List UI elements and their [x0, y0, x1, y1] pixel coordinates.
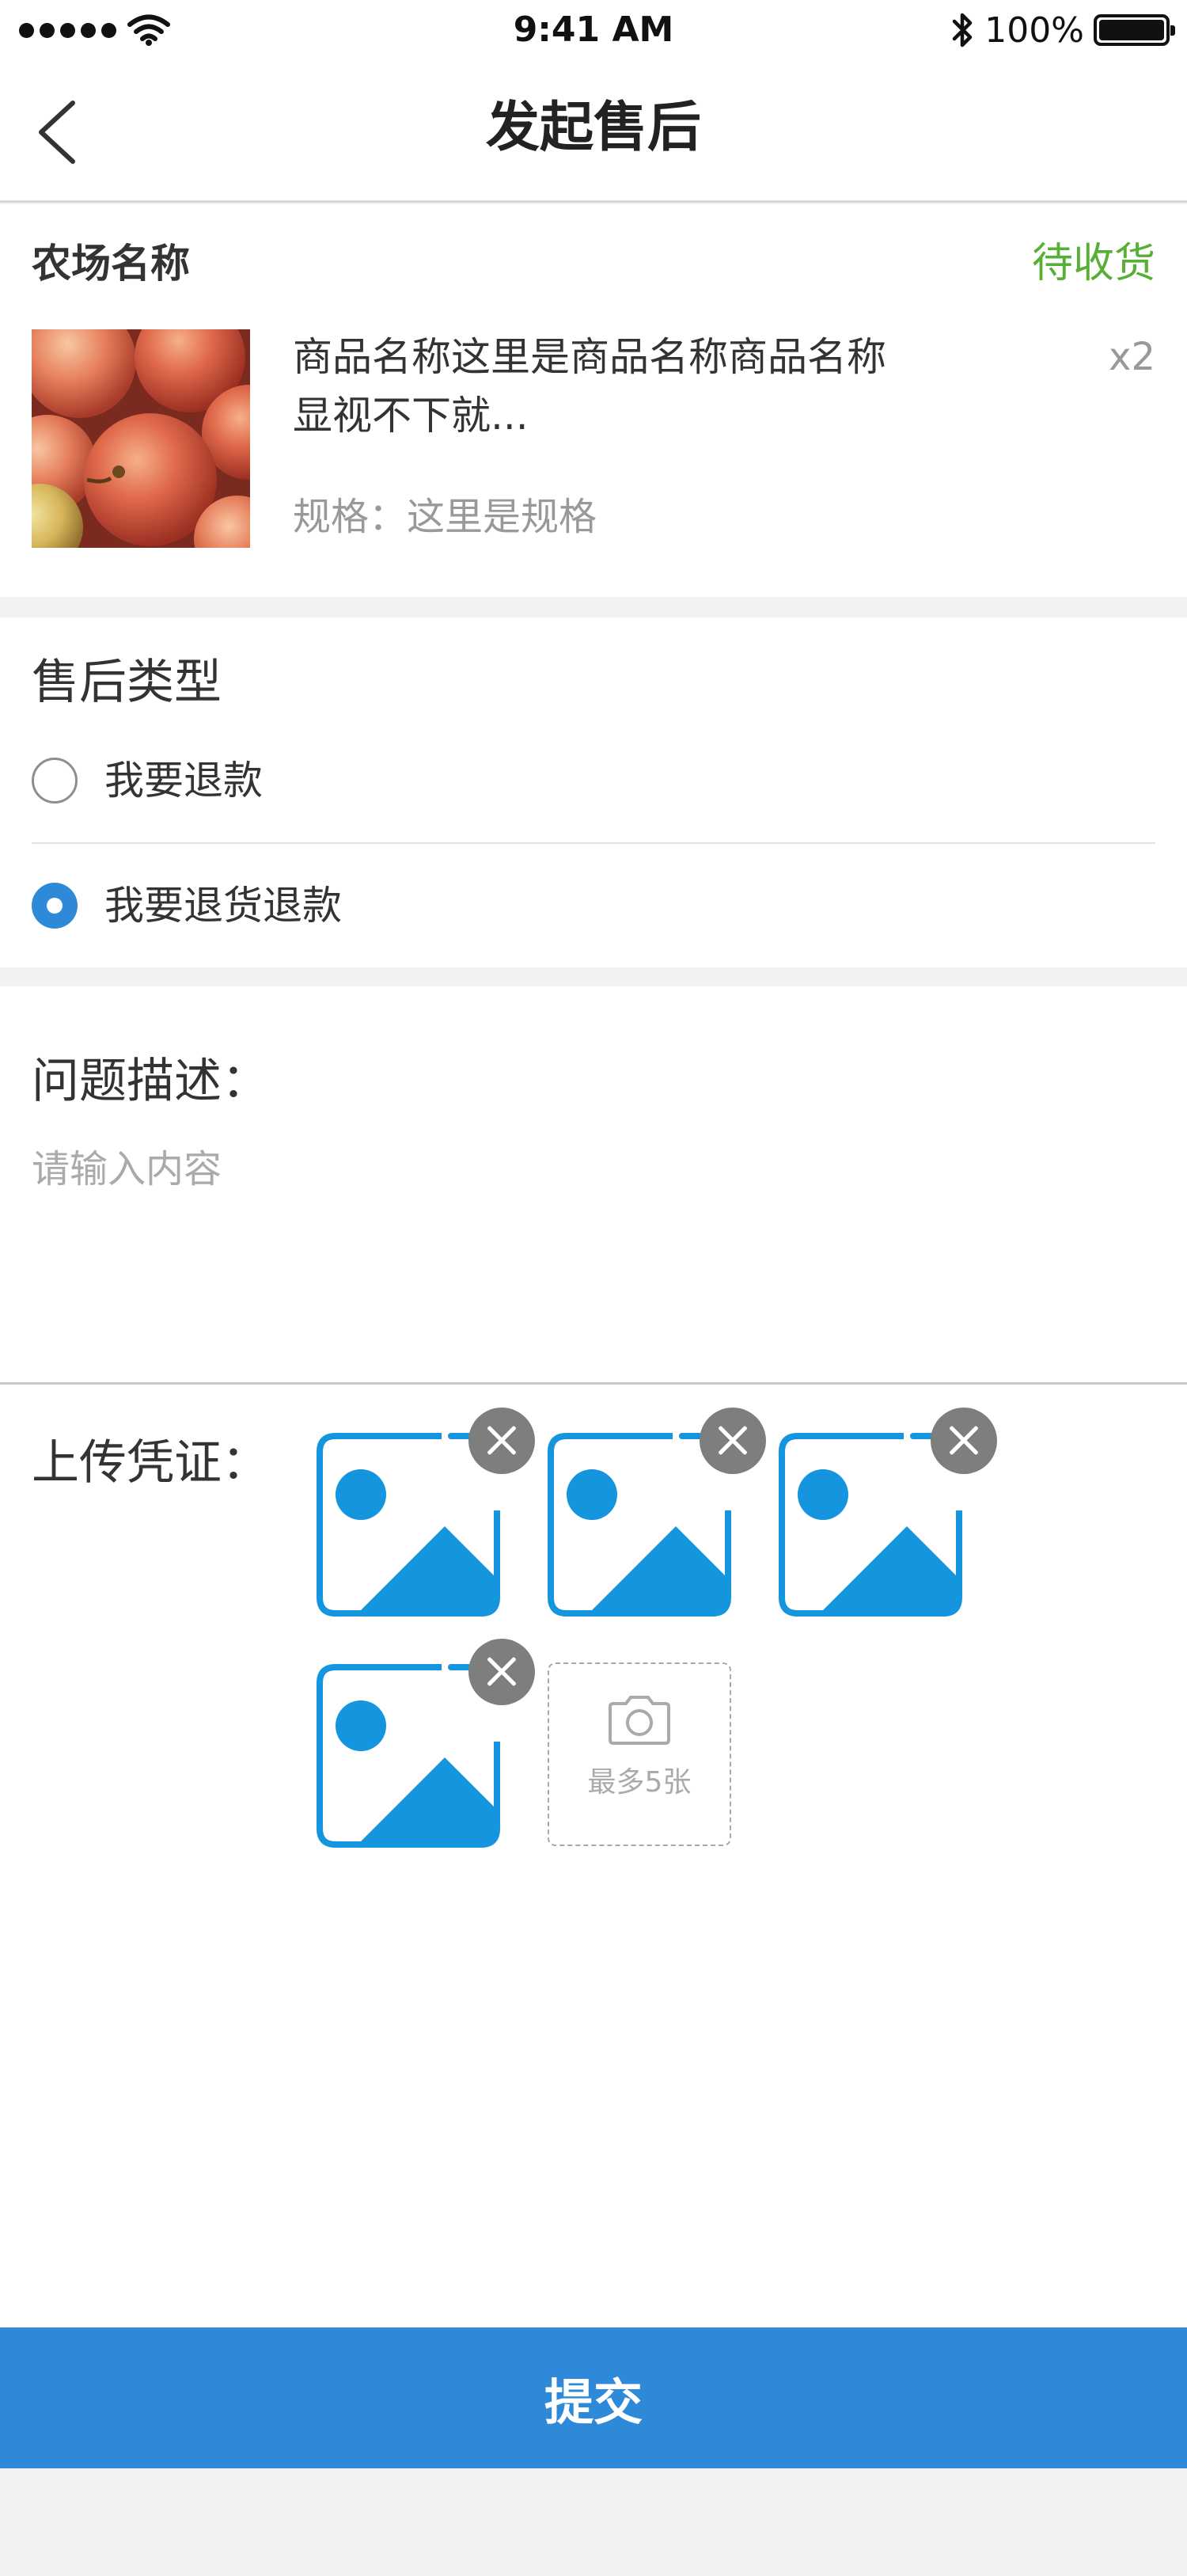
- battery-icon: [1094, 14, 1175, 46]
- camera-icon: [609, 1696, 670, 1745]
- farm-name: 农场名称: [32, 241, 190, 287]
- remove-photo-button[interactable]: [468, 1639, 535, 1705]
- add-photo-button[interactable]: 最多5张: [548, 1662, 731, 1846]
- order-status-badge: 待收货: [1031, 240, 1155, 287]
- radio-unchecked-icon[interactable]: [32, 758, 78, 804]
- radio-checked-icon[interactable]: [32, 883, 78, 929]
- product-name: 商品名称这里是商品名称商品名称显视不下就...: [293, 334, 886, 439]
- upload-limit-hint: 最多5张: [587, 1766, 692, 1799]
- product-image: [32, 329, 250, 548]
- after-sales-type-section: 售后类型 我要退款 我要退货退款: [0, 617, 1187, 967]
- option-label: 我要退货退款: [104, 883, 342, 929]
- option-label: 我要退款: [104, 758, 263, 804]
- status-right: 100%: [951, 9, 1175, 51]
- remove-photo-button[interactable]: [468, 1408, 535, 1474]
- description-input[interactable]: [32, 1142, 1155, 1363]
- option-refund-only[interactable]: 我要退款: [32, 719, 1155, 842]
- uploaded-photo[interactable]: [546, 1408, 766, 1618]
- remove-photo-button[interactable]: [931, 1408, 997, 1474]
- navigation-bar: 发起售后: [0, 60, 1187, 203]
- order-card: 农场名称 待收货 商品名称这里是商品名称商品名称显视不下就... x2 规格：这…: [0, 204, 1187, 597]
- option-return-and-refund[interactable]: 我要退货退款: [32, 844, 1155, 967]
- bluetooth-icon: [952, 13, 973, 47]
- divider: [0, 1382, 1187, 1385]
- submit-button[interactable]: 提交: [0, 2327, 1187, 2468]
- product-quantity: x2: [1109, 335, 1155, 379]
- upload-label: 上传凭证：: [32, 1435, 269, 1491]
- after-sales-type-label: 售后类型: [32, 655, 222, 710]
- status-bar: 9:41 AM 100%: [0, 0, 1187, 60]
- page-title: 发起售后: [485, 97, 701, 159]
- description-section: 问题描述： 上传凭证：: [0, 986, 1187, 2327]
- uploaded-photo[interactable]: [315, 1408, 535, 1618]
- battery-percentage: 100%: [984, 9, 1084, 51]
- remove-photo-button[interactable]: [700, 1408, 766, 1474]
- description-label: 问题描述：: [32, 1054, 269, 1109]
- product-spec: 规格：这里是规格: [293, 495, 597, 539]
- uploaded-photo[interactable]: [315, 1639, 535, 1849]
- uploaded-photo[interactable]: [777, 1408, 997, 1618]
